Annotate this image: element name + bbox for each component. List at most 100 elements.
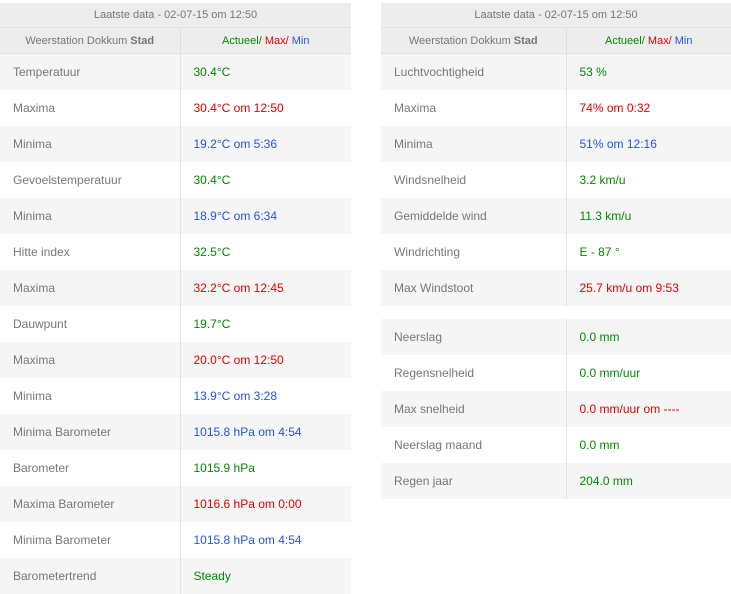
row-value: 1015.8 hPa om 4:54 — [180, 414, 351, 450]
row-value: E - 87 ° — [566, 234, 731, 270]
table-row: Minima Barometer1015.8 hPa om 4:54 — [0, 522, 351, 558]
row-value: 13.9°C om 3:28 — [180, 378, 351, 414]
timestamp-row: Laatste data - 02-07-15 om 12:50 — [0, 3, 351, 28]
table-row: Windsnelheid3.2 km/u — [381, 162, 731, 198]
row-label: Minima — [0, 126, 180, 162]
last-data-timestamp: Laatste data - 02-07-15 om 12:50 — [381, 3, 731, 28]
row-label: Luchtvochtigheid — [381, 54, 566, 91]
group-spacer — [381, 306, 731, 319]
row-value: 0.0 mm/uur — [566, 355, 731, 391]
row-value: 30.4°C om 12:50 — [180, 90, 351, 126]
table-row: Regensnelheid0.0 mm/uur — [381, 355, 731, 391]
table-row: Barometer1015.9 hPa — [0, 450, 351, 486]
station-name-header: Weerstation Dokkum Stad — [381, 28, 566, 54]
row-label: Neerslag — [381, 319, 566, 355]
station-name-bold: Stad — [514, 35, 538, 47]
row-label: Windrichting — [381, 234, 566, 270]
station-name-bold: Stad — [130, 35, 154, 47]
table-row: Neerslag maand0.0 mm — [381, 427, 731, 463]
row-value: 3.2 km/u — [566, 162, 731, 198]
row-label: Max Windstoot — [381, 270, 566, 306]
table-row: Maxima20.0°C om 12:50 — [0, 342, 351, 378]
weather-table-right: Laatste data - 02-07-15 om 12:50 Weersta… — [381, 3, 731, 499]
table-row: Maxima74% om 0:32 — [381, 90, 731, 126]
row-label: Maxima Barometer — [0, 486, 180, 522]
row-label: Gevoelstemperatuur — [0, 162, 180, 198]
timestamp-row: Laatste data - 02-07-15 om 12:50 — [381, 3, 731, 28]
legend-actual: Actueel/ — [605, 35, 645, 47]
table-row: Max snelheid0.0 mm/uur om ---- — [381, 391, 731, 427]
row-value: 204.0 mm — [566, 463, 731, 499]
row-label: Regensnelheid — [381, 355, 566, 391]
row-label: Maxima — [0, 270, 180, 306]
row-label: Minima Barometer — [0, 522, 180, 558]
spacer-row — [381, 306, 731, 319]
column-header-row: Weerstation Dokkum Stad Actueel/ Max/ Mi… — [381, 28, 731, 54]
row-value: 30.4°C — [180, 162, 351, 198]
spacer-cell — [381, 306, 731, 319]
row-value: 1015.8 hPa om 4:54 — [180, 522, 351, 558]
column-header-row: Weerstation Dokkum Stad Actueel/ Max/ Mi… — [0, 28, 351, 54]
row-label: Gemiddelde wind — [381, 198, 566, 234]
row-label: Minima — [0, 378, 180, 414]
table-row: Maxima Barometer1016.6 hPa om 0:00 — [0, 486, 351, 522]
legend-header: Actueel/ Max/ Min — [566, 28, 731, 54]
row-value: 20.0°C om 12:50 — [180, 342, 351, 378]
table-row: Regen jaar204.0 mm — [381, 463, 731, 499]
table-row: Minima18.9°C om 6:34 — [0, 198, 351, 234]
weather-table-left: Laatste data - 02-07-15 om 12:50 Weersta… — [0, 3, 351, 594]
row-value: 25.7 km/u om 9:53 — [566, 270, 731, 306]
row-label: Maxima — [381, 90, 566, 126]
table-row: Minima Barometer1015.8 hPa om 4:54 — [0, 414, 351, 450]
row-value: 53 % — [566, 54, 731, 91]
row-label: Max snelheid — [381, 391, 566, 427]
table-row: Temperatuur30.4°C — [0, 54, 351, 91]
row-value: 30.4°C — [180, 54, 351, 91]
row-value: 18.9°C om 6:34 — [180, 198, 351, 234]
legend-min: Min — [672, 35, 693, 47]
row-value: 0.0 mm/uur om ---- — [566, 391, 731, 427]
row-value: 11.3 km/u — [566, 198, 731, 234]
table-row: Maxima30.4°C om 12:50 — [0, 90, 351, 126]
row-label: Windsnelheid — [381, 162, 566, 198]
row-value: 32.2°C om 12:45 — [180, 270, 351, 306]
table-row: Dauwpunt19.7°C — [0, 306, 351, 342]
table-row: Gemiddelde wind11.3 km/u — [381, 198, 731, 234]
legend-max: Max/ — [645, 35, 672, 47]
row-label: Minima Barometer — [0, 414, 180, 450]
legend-header: Actueel/ Max/ Min — [180, 28, 351, 54]
row-label: Minima — [381, 126, 566, 162]
right-data-rows-group1: Luchtvochtigheid53 %Maxima74% om 0:32Min… — [381, 54, 731, 307]
row-label: Hitte index — [0, 234, 180, 270]
row-value: 19.7°C — [180, 306, 351, 342]
row-label: Maxima — [0, 90, 180, 126]
row-label: Maxima — [0, 342, 180, 378]
row-label: Dauwpunt — [0, 306, 180, 342]
station-name-text: Weerstation Dokkum — [409, 35, 514, 47]
table-row: Minima51% om 12:16 — [381, 126, 731, 162]
table-row: Gevoelstemperatuur30.4°C — [0, 162, 351, 198]
row-label: Barometertrend — [0, 558, 180, 594]
station-name-header: Weerstation Dokkum Stad — [0, 28, 180, 54]
last-data-timestamp: Laatste data - 02-07-15 om 12:50 — [0, 3, 351, 28]
right-data-rows-group2: Neerslag0.0 mmRegensnelheid0.0 mm/uurMax… — [381, 319, 731, 499]
row-value: 32.5°C — [180, 234, 351, 270]
table-row: WindrichtingE - 87 ° — [381, 234, 731, 270]
left-table-body: Laatste data - 02-07-15 om 12:50 Weersta… — [0, 3, 351, 54]
row-label: Minima — [0, 198, 180, 234]
table-row: Maxima32.2°C om 12:45 — [0, 270, 351, 306]
row-value: 0.0 mm — [566, 319, 731, 355]
table-row: Minima19.2°C om 5:36 — [0, 126, 351, 162]
table-row: Minima13.9°C om 3:28 — [0, 378, 351, 414]
row-value: 51% om 12:16 — [566, 126, 731, 162]
row-label: Neerslag maand — [381, 427, 566, 463]
row-value: 1015.9 hPa — [180, 450, 351, 486]
row-value: Steady — [180, 558, 351, 594]
table-row: Hitte index32.5°C — [0, 234, 351, 270]
left-data-rows: Temperatuur30.4°CMaxima30.4°C om 12:50Mi… — [0, 54, 351, 594]
row-value: 1016.6 hPa om 0:00 — [180, 486, 351, 522]
right-table-body: Laatste data - 02-07-15 om 12:50 Weersta… — [381, 3, 731, 54]
table-row: Max Windstoot25.7 km/u om 9:53 — [381, 270, 731, 306]
legend-min: Min — [289, 35, 310, 47]
table-row: Luchtvochtigheid53 % — [381, 54, 731, 91]
